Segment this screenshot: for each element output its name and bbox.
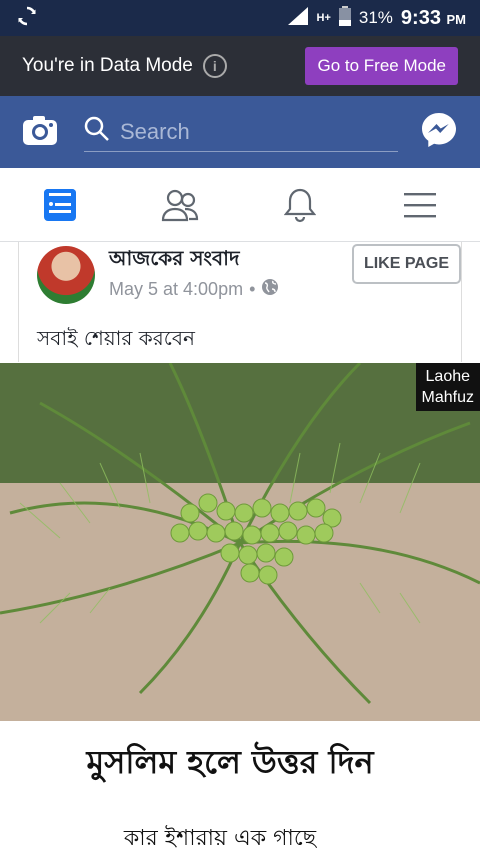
tab-menu[interactable] — [390, 180, 450, 230]
post-header: আজকের সংবাদ May 5 at 4:00pm • LIKE PAGE … — [18, 242, 462, 362]
go-to-free-mode-button[interactable]: Go to Free Mode — [305, 47, 458, 85]
feed-post: আজকের সংবাদ May 5 at 4:00pm • LIKE PAGE … — [0, 242, 480, 362]
data-mode-message: You're in Data Mode — [22, 55, 193, 76]
friends-icon — [161, 189, 199, 221]
bell-icon — [284, 188, 316, 222]
hamburger-menu-icon — [404, 192, 436, 217]
signal-icon — [287, 6, 309, 31]
news-feed-icon — [44, 188, 76, 221]
caption-line-2: কার ইশারায় এক গাছে — [123, 826, 317, 851]
search-bar[interactable] — [84, 112, 398, 152]
app-header — [0, 96, 480, 168]
sync-icon — [16, 5, 38, 32]
image-caption: মুসলিম হলে উত্তর দিন কার ইশারায় এক গাছে — [0, 721, 480, 854]
coconut-tree-photo — [0, 363, 480, 721]
page-avatar[interactable] — [37, 246, 95, 304]
camera-icon[interactable] — [22, 114, 58, 151]
status-bar: H+ 31% 9:33 PM — [0, 0, 480, 36]
network-type: H+ — [316, 12, 331, 24]
battery-icon — [338, 5, 351, 31]
post-date[interactable]: May 5 at 4:00pm — [109, 279, 243, 300]
globe-icon — [261, 278, 279, 301]
caption-line-1: মুসলিম হলে উত্তর দিন — [86, 743, 374, 781]
nav-tabs — [0, 168, 480, 242]
post-text: সবাই শেয়ার করবেন — [37, 326, 195, 350]
messenger-icon[interactable] — [420, 111, 458, 154]
meta-separator: • — [249, 279, 256, 299]
post-meta: May 5 at 4:00pm • — [109, 278, 279, 301]
tab-news-feed[interactable] — [30, 180, 90, 230]
info-icon[interactable]: i — [202, 54, 227, 78]
tab-notifications[interactable] — [270, 180, 330, 230]
battery-percent: 31% — [358, 8, 393, 27]
tab-friends[interactable] — [150, 180, 210, 230]
search-icon — [84, 116, 110, 147]
like-page-button[interactable]: LIKE PAGE — [351, 244, 461, 284]
data-mode-banner: You're in Data Mode i Go to Free Mode — [0, 36, 480, 96]
clock: 9:33 PM — [400, 6, 466, 29]
watermark: Laohe Mahfuz — [415, 363, 480, 411]
post-image[interactable]: Laohe Mahfuz — [0, 363, 480, 721]
search-input[interactable] — [120, 118, 398, 145]
page-name[interactable]: আজকের সংবাদ — [109, 244, 239, 277]
